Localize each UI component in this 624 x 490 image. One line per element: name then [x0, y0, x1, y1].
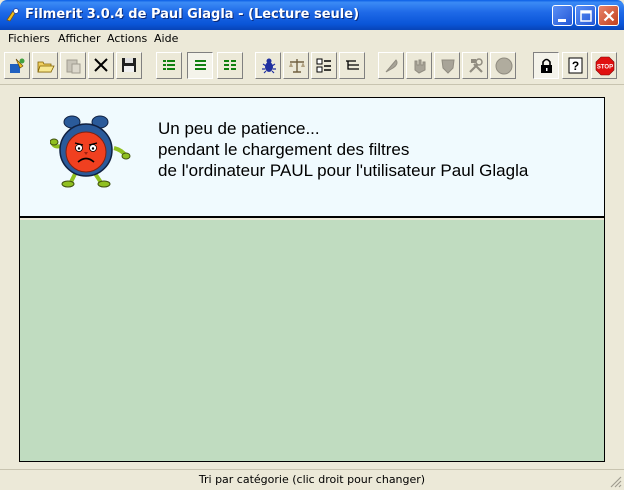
svg-text:?: ?	[572, 59, 579, 73]
loading-line-2: pendant le chargement des filtres	[158, 140, 410, 159]
alarm-clock-icon	[50, 115, 131, 188]
help-icon: ?	[568, 57, 583, 74]
save-button[interactable]	[116, 52, 142, 79]
close-icon	[603, 10, 615, 22]
resize-grip-icon[interactable]	[608, 474, 622, 488]
lock-icon	[541, 58, 552, 73]
help-button[interactable]: ?	[562, 52, 588, 79]
cut-icon	[94, 58, 108, 72]
save-icon	[122, 58, 136, 72]
loading-line-3: de l'ordinateur PAUL pour l'utilisateur …	[158, 161, 529, 180]
paste-button[interactable]	[60, 52, 86, 79]
maximize-button[interactable]	[575, 5, 596, 26]
menu-actions[interactable]: Actions	[107, 32, 147, 45]
loading-message: Un peu de patience... pendant le chargem…	[158, 118, 528, 181]
tree-icon	[346, 60, 359, 70]
shield-icon	[441, 59, 455, 74]
status-bar: Tri par catégorie (clic droit pour chang…	[0, 469, 624, 490]
cut-button[interactable]	[88, 52, 114, 79]
tools-button[interactable]	[462, 52, 488, 79]
list-view-alt-icon	[195, 60, 206, 70]
window-title: Filmerit 3.0.4 de Paul Glagla - (Lecture…	[25, 7, 360, 22]
properties-button[interactable]	[311, 52, 337, 79]
stop-label: STOP	[597, 65, 613, 71]
feather-icon	[385, 59, 398, 73]
list-view-button[interactable]	[156, 52, 182, 79]
tools-icon	[469, 58, 483, 73]
list-view-icon	[163, 60, 175, 70]
sort-status-text[interactable]: Tri par catégorie (clic droit pour chang…	[0, 473, 624, 486]
feather-button[interactable]	[378, 52, 404, 79]
lock-button[interactable]	[533, 52, 559, 79]
paste-icon	[66, 59, 81, 74]
scale-icon	[289, 59, 305, 73]
close-button[interactable]	[598, 5, 619, 26]
ball-button[interactable]	[490, 52, 516, 79]
properties-icon	[316, 58, 331, 73]
minimize-button[interactable]	[552, 5, 573, 26]
list-view-detail-icon	[224, 60, 236, 70]
open-button[interactable]	[32, 52, 58, 79]
connect-button[interactable]	[4, 52, 30, 79]
stop-button[interactable]: STOP	[591, 52, 617, 79]
hand-button[interactable]	[406, 52, 432, 79]
toolbar: ? STOP	[0, 49, 624, 85]
scale-button[interactable]	[283, 52, 309, 79]
menu-bar: Fichiers Afficher Actions Aide	[0, 30, 624, 48]
bug-button[interactable]	[255, 52, 281, 79]
open-folder-icon	[37, 61, 55, 73]
menu-afficher[interactable]: Afficher	[58, 32, 100, 45]
connect-icon	[10, 58, 25, 73]
main-frame: Un peu de patience... pendant le chargem…	[19, 97, 605, 462]
app-icon[interactable]	[5, 7, 21, 23]
loading-line-1: Un peu de patience...	[158, 119, 320, 138]
ball-icon	[495, 57, 513, 75]
tree-button[interactable]	[339, 52, 365, 79]
maximize-icon	[580, 10, 592, 22]
title-bar[interactable]: Filmerit 3.0.4 de Paul Glagla - (Lecture…	[0, 0, 624, 30]
loading-panel: Un peu de patience... pendant le chargem…	[20, 98, 604, 218]
filters-panel[interactable]	[20, 220, 604, 461]
menu-aide[interactable]: Aide	[154, 32, 178, 45]
stop-icon: STOP	[595, 56, 615, 76]
minimize-icon	[558, 19, 566, 22]
menu-fichiers[interactable]: Fichiers	[8, 32, 50, 45]
bug-icon	[262, 58, 276, 74]
shield-button[interactable]	[434, 52, 460, 79]
list-view-alt-button[interactable]	[187, 52, 213, 79]
hand-icon	[414, 59, 426, 74]
list-view-detail-button[interactable]	[217, 52, 243, 79]
